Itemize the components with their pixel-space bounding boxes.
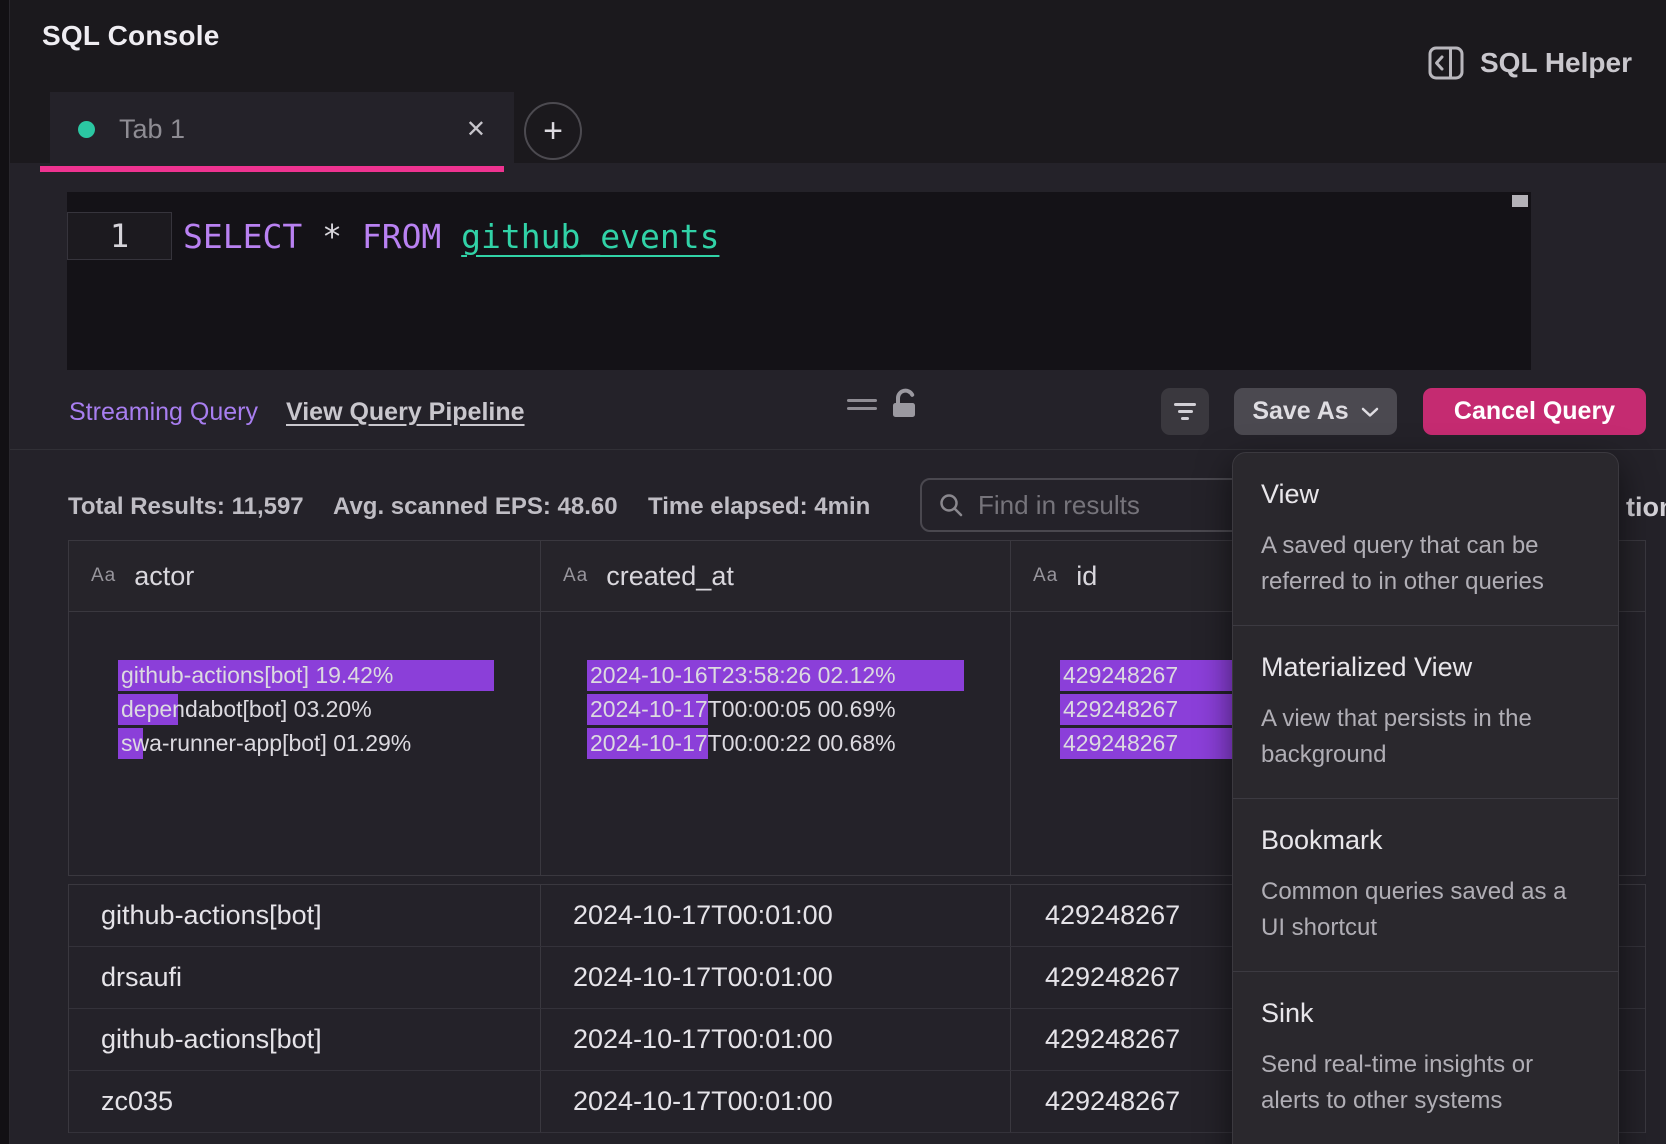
sql-code-line[interactable]: SELECT * FROM github_events (183, 212, 719, 260)
tab-label: Tab 1 (119, 114, 185, 145)
sql-editor[interactable]: 1 SELECT * FROM github_events (67, 192, 1531, 370)
sql-helper-label: SQL Helper (1480, 47, 1632, 79)
sql-helper-button[interactable]: SQL Helper (1428, 46, 1632, 80)
format-icon (1174, 403, 1196, 406)
menu-item-bookmark[interactable]: Bookmark Common queries saved as a UI sh… (1233, 798, 1618, 971)
resize-handle-icon[interactable] (847, 399, 877, 410)
sql-console-app: SQL Console SQL Helper Tab 1 ✕ + 1 SELEC… (0, 0, 1666, 1144)
format-sql-button[interactable] (1161, 388, 1209, 435)
avg-eps-stat: Avg. scanned EPS: 48.60 (333, 493, 618, 521)
save-as-button[interactable]: Save As (1234, 388, 1397, 435)
sql-keyword-select: SELECT (183, 217, 302, 256)
sql-table-name-link[interactable]: github_events (461, 217, 719, 256)
total-results-stat: Total Results: 11,597 (68, 493, 304, 521)
unlock-icon[interactable] (889, 388, 923, 420)
top-header: SQL Console SQL Helper Tab 1 ✕ (10, 0, 1666, 163)
panel-collapse-icon (1428, 46, 1464, 80)
cancel-query-button[interactable]: Cancel Query (1423, 388, 1646, 435)
menu-item-materialized-view[interactable]: Materialized View A view that persists i… (1233, 625, 1618, 798)
sql-star-operator: * (302, 217, 362, 256)
actor-stat-1: github-actions[bot] 19.42% (118, 660, 540, 691)
menu-item-sink[interactable]: Sink Send real-time insights or alerts t… (1233, 971, 1618, 1144)
left-panel-edge (0, 0, 10, 1144)
add-tab-button[interactable]: + (524, 102, 582, 160)
save-as-dropdown-menu: View A saved query that can be referred … (1232, 452, 1619, 1144)
created-stat-1: 2024-10-16T23:58:26 02.12% (587, 660, 1010, 691)
find-in-results-search[interactable] (920, 478, 1260, 532)
created-stat-3: 2024-10-17T00:00:22 00.68% (587, 728, 1010, 759)
column-header-actor[interactable]: Aa actor (69, 541, 541, 611)
active-tab-underline (40, 166, 504, 172)
view-query-pipeline-link[interactable]: View Query Pipeline (286, 398, 525, 426)
line-number-gutter: 1 (67, 212, 172, 260)
actor-stat-3: swa-runner-app[bot] 01.29% (118, 728, 540, 759)
streaming-query-toggle[interactable]: Streaming Query (69, 398, 258, 426)
results-section-divider (10, 449, 1666, 450)
tab-1[interactable]: Tab 1 ✕ (50, 92, 514, 166)
string-type-icon: Aa (91, 565, 116, 587)
column-header-created-at[interactable]: Aa created_at (541, 541, 1011, 611)
save-as-label: Save As (1252, 397, 1348, 426)
time-elapsed-stat: Time elapsed: 4min (648, 493, 870, 521)
editor-scrollbar-thumb[interactable] (1512, 195, 1528, 207)
clipped-right-edge-text: tion (1626, 492, 1666, 524)
chevron-down-icon (1361, 406, 1379, 418)
menu-item-view[interactable]: View A saved query that can be referred … (1233, 453, 1618, 625)
tab-status-dot-icon (78, 121, 95, 138)
string-type-icon: Aa (563, 565, 588, 587)
cancel-query-label: Cancel Query (1454, 397, 1615, 426)
string-type-icon: Aa (1033, 565, 1058, 587)
actor-stat-2: dependabot[bot] 03.20% (118, 694, 540, 725)
page-title: SQL Console (42, 20, 220, 52)
search-icon (938, 492, 964, 518)
tab-close-icon[interactable]: ✕ (466, 115, 486, 144)
created-stat-2: 2024-10-17T00:00:05 00.69% (587, 694, 1010, 725)
sql-keyword-from: FROM (362, 217, 461, 256)
